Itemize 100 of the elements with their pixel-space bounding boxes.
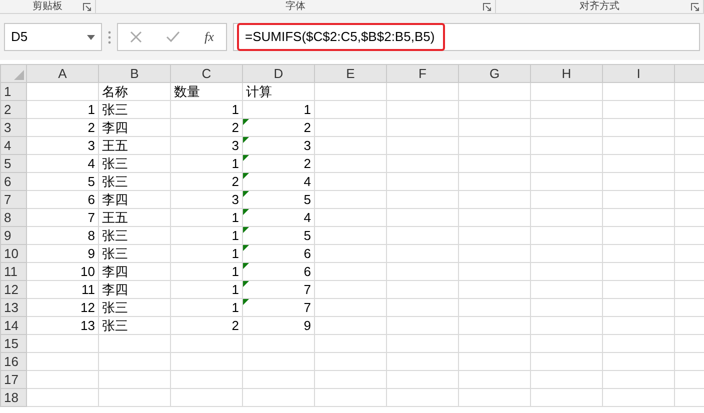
table-cell: 4 [242, 208, 314, 226]
table-cell: 12 [26, 298, 98, 316]
column-header[interactable]: G [458, 64, 530, 82]
table-cell: 13 [26, 316, 98, 334]
table-cell: 9 [26, 244, 98, 262]
check-icon[interactable] [166, 31, 180, 43]
table-cell: 9 [242, 316, 314, 334]
dialog-launcher-icon[interactable] [83, 3, 92, 11]
corner-triangle-icon [14, 70, 24, 80]
row-header[interactable]: 3 [0, 118, 26, 136]
column-header[interactable]: A [26, 64, 98, 82]
column-header[interactable]: I [602, 64, 674, 82]
error-indicator-icon[interactable] [243, 299, 249, 305]
error-indicator-icon[interactable] [243, 155, 249, 161]
table-cell: 2 [170, 316, 242, 334]
ribbon-group-label: 对齐方式 [579, 0, 620, 13]
more-options-icon[interactable] [108, 30, 111, 44]
table-cell: 张三 [98, 100, 170, 118]
column-header[interactable]: D [242, 64, 314, 82]
table-cell: 3 [170, 136, 242, 154]
table-cell: 3 [26, 136, 98, 154]
error-indicator-icon[interactable] [243, 191, 249, 197]
table-cell: 5 [242, 226, 314, 244]
table-cell: 1 [170, 262, 242, 280]
row-header[interactable]: 2 [0, 100, 26, 118]
table-cell: 7 [26, 208, 98, 226]
ribbon-group-label: 字体 [286, 0, 306, 13]
dialog-launcher-icon[interactable] [482, 3, 491, 11]
table-cell: 11 [26, 280, 98, 298]
insert-function-button[interactable]: fx [204, 27, 214, 47]
table-cell: 3 [170, 190, 242, 208]
table-cell: 1 [170, 154, 242, 172]
error-indicator-icon[interactable] [243, 227, 249, 233]
ribbon-group-label: 剪贴板 [32, 0, 63, 13]
table-cell: 1 [26, 100, 98, 118]
row-header[interactable]: 9 [0, 226, 26, 244]
row-header[interactable]: 5 [0, 154, 26, 172]
error-indicator-icon[interactable] [243, 137, 249, 143]
column-header[interactable]: F [386, 64, 458, 82]
table-cell: 5 [242, 190, 314, 208]
error-indicator-icon[interactable] [243, 119, 249, 125]
error-indicator-icon[interactable] [243, 245, 249, 251]
table-cell: 2 [242, 118, 314, 136]
column-header[interactable]: H [530, 64, 602, 82]
table-cell: 7 [242, 280, 314, 298]
table-cell: 2 [26, 118, 98, 136]
table-cell: 5 [26, 172, 98, 190]
row-header[interactable]: 16 [0, 352, 26, 370]
column-header[interactable]: C [170, 64, 242, 82]
table-cell: 李四 [98, 262, 170, 280]
row-header[interactable]: 8 [0, 208, 26, 226]
table-cell: 6 [242, 262, 314, 280]
row-header[interactable]: 14 [0, 316, 26, 334]
table-cell: 张三 [98, 316, 170, 334]
row-header[interactable]: 17 [0, 370, 26, 388]
row-header[interactable]: 12 [0, 280, 26, 298]
column-header[interactable]: B [98, 64, 170, 82]
formula-text: =SUMIFS($C$2:C5,$B$2:B5,B5) [237, 23, 445, 51]
formula-input[interactable]: =SUMIFS($C$2:C5,$B$2:B5,B5) [233, 23, 700, 51]
row-header[interactable]: 1 [0, 82, 26, 100]
table-cell: 1 [170, 226, 242, 244]
dialog-launcher-icon[interactable] [691, 3, 699, 11]
table-cell: 10 [26, 262, 98, 280]
table-cell: 1 [170, 280, 242, 298]
row-header[interactable]: 11 [0, 262, 26, 280]
row-header[interactable]: 6 [0, 172, 26, 190]
table-cell: 1 [170, 100, 242, 118]
table-cell: 3 [242, 136, 314, 154]
row-header[interactable]: 7 [0, 190, 26, 208]
table-cell: 张三 [98, 172, 170, 190]
table-cell: 6 [26, 190, 98, 208]
error-indicator-icon[interactable] [243, 173, 249, 179]
table-cell: 1 [170, 208, 242, 226]
row-header[interactable]: 13 [0, 298, 26, 316]
table-cell: 王五 [98, 136, 170, 154]
table-cell: 李四 [98, 190, 170, 208]
table-cell: 张三 [98, 154, 170, 172]
row-header[interactable]: 4 [0, 136, 26, 154]
table-cell: 李四 [98, 280, 170, 298]
table-cell: 1 [170, 298, 242, 316]
table-cell: 7 [242, 298, 314, 316]
table-cell: 张三 [98, 226, 170, 244]
table-cell: 6 [242, 244, 314, 262]
column-header[interactable]: E [314, 64, 386, 82]
error-indicator-icon[interactable] [243, 281, 249, 287]
row-header[interactable]: 15 [0, 334, 26, 352]
table-cell: 张三 [98, 244, 170, 262]
error-indicator-icon[interactable] [243, 263, 249, 269]
table-cell: 8 [26, 226, 98, 244]
name-box[interactable]: D5 [4, 23, 102, 51]
table-cell: 张三 [98, 298, 170, 316]
table-cell: 名称 [98, 82, 170, 100]
row-header[interactable]: 10 [0, 244, 26, 262]
table-cell: 王五 [98, 208, 170, 226]
table-cell: 计算 [242, 82, 314, 100]
table-cell: 李四 [98, 118, 170, 136]
error-indicator-icon[interactable] [243, 209, 249, 215]
table-cell: 2 [242, 154, 314, 172]
row-header[interactable]: 18 [0, 388, 26, 406]
table-cell: 4 [26, 154, 98, 172]
